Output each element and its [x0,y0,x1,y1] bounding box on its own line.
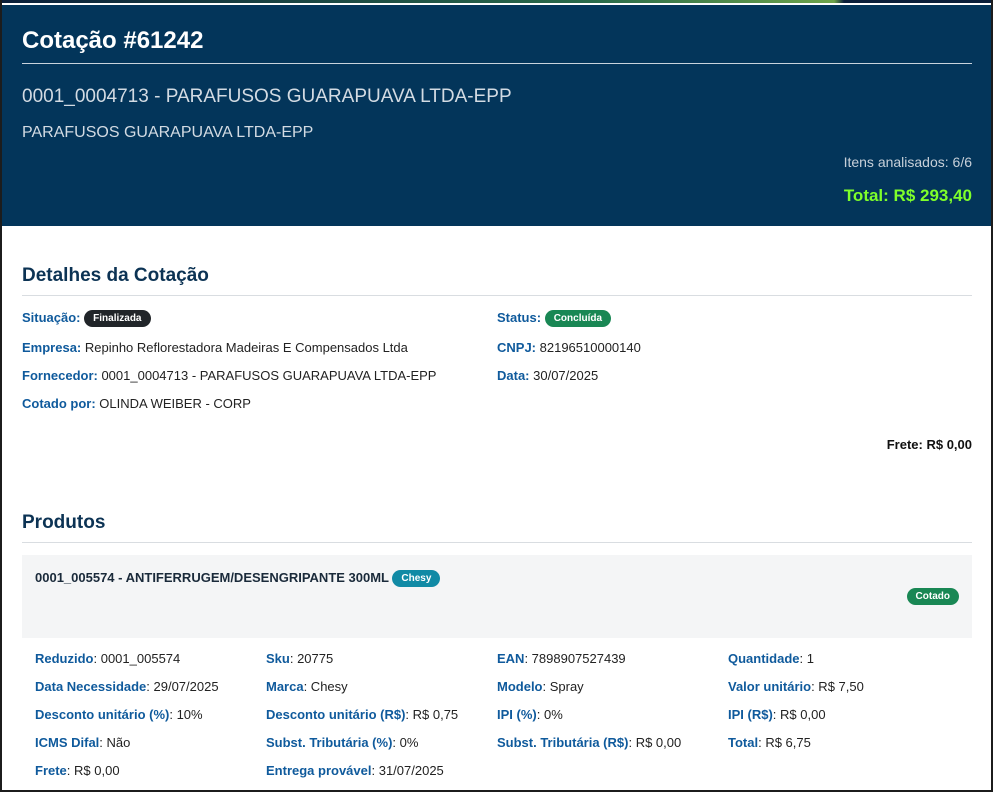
products-heading: Produtos [22,512,106,533]
empresa-row: Empresa: Repinho Reflorestadora Madeiras… [22,340,408,355]
field-marca: Marca: Chesy [266,679,348,694]
field-value: : Spray [542,679,584,694]
situacao-badge: Finalizada [84,310,151,327]
field-value: : 29/07/2025 [146,679,219,694]
field-value: : R$ 0,75 [405,707,459,722]
fornecedor-row: Fornecedor: 0001_0004713 - PARAFUSOS GUA… [22,368,436,383]
fornecedor-value: 0001_0004713 - PARAFUSOS GUARAPUAVA LTDA… [97,368,437,383]
field-frete: Frete: R$ 0,00 [35,763,120,778]
field-total: Total: R$ 6,75 [728,735,811,750]
items-analyzed: Itens analisados: 6/6 [843,154,972,170]
field-label: ICMS Difal [35,735,100,750]
cotado-row: Cotado por: OLINDA WEIBER - CORP [22,396,251,411]
quote-header: Cotação #61242 0001_0004713 - PARAFUSOS … [2,5,991,226]
field-value: : 31/07/2025 [371,763,444,778]
field-value: : R$ 0,00 [628,735,682,750]
product-status-badge: Cotado [906,588,959,605]
status-row: Status: Concluída [497,310,612,327]
field-subst-tributaria: Subst. Tributária (%): 0% [266,735,418,750]
field-label: Frete [35,763,67,778]
field-ipi: IPI (%): 0% [497,707,563,722]
field-entrega-provavel: Entrega provável: 31/07/2025 [266,763,444,778]
field-value: : 10% [169,707,203,722]
field-icms-difal: ICMS Difal: Não [35,735,130,750]
product-card-header: 0001_005574 - ANTIFERRUGEM/DESENGRIPANTE… [22,555,972,638]
status-label: Status: [497,310,542,325]
field-value: : R$ 7,50 [811,679,864,694]
field-label: EAN [497,651,525,666]
field-label: Sku [266,651,290,666]
field-label: Subst. Tributária (R$) [497,735,629,750]
field-value: : 0% [392,735,419,750]
field-ipi-r: IPI (R$): R$ 0,00 [728,707,826,722]
product-title: 0001_005574 - ANTIFERRUGEM/DESENGRIPANTE… [35,570,441,587]
cnpj-value: 82196510000140 [536,340,641,355]
field-data-necessidade: Data Necessidade: 29/07/2025 [35,679,219,694]
field-desconto-unitario-r: Desconto unitário (R$): R$ 0,75 [266,707,458,722]
situacao-label: Situação: [22,310,81,325]
field-value: : R$ 6,75 [758,735,811,750]
fornecedor-label: Fornecedor: [22,368,98,383]
field-desconto-unitario: Desconto unitário (%): 10% [35,707,203,722]
field-label: Desconto unitário (%) [35,707,170,722]
field-label: Quantidade [728,651,800,666]
empresa-value: Repinho Reflorestadora Madeiras E Compen… [81,340,408,355]
field-subst-tributaria-r: Subst. Tributária (R$): R$ 0,00 [497,735,681,750]
status-badge: Concluída [544,310,612,327]
field-label: Marca [266,679,304,694]
cotado-value: OLINDA WEIBER - CORP [95,396,251,411]
quote-total: Total: R$ 293,40 [843,186,972,205]
supplier-code-name: 0001_0004713 - PARAFUSOS GUARAPUAVA LTDA… [22,86,512,107]
details-divider [22,295,972,296]
cnpj-row: CNPJ: 82196510000140 [497,340,641,355]
cnpj-label: CNPJ: [497,340,537,355]
field-label: Entrega provável [266,763,372,778]
field-value: : R$ 0,00 [772,707,826,722]
products-divider [22,542,972,543]
data-row: Data: 30/07/2025 [497,368,598,383]
data-value: 30/07/2025 [529,368,599,383]
field-label: Desconto unitário (R$) [266,707,406,722]
situacao-row: Situação: Finalizada [22,310,151,327]
field-value: : Não [99,735,131,750]
product-status: Cotado [906,587,959,605]
header-divider [22,63,972,64]
field-reduzido: Reduzido: 0001_005574 [35,651,180,666]
field-quantidade: Quantidade: 1 [728,651,814,666]
field-value: : 20775 [289,651,334,666]
field-ean: EAN: 7898907527439 [497,651,626,666]
details-heading: Detalhes da Cotação [22,265,209,286]
field-value: : 7898907527439 [524,651,626,666]
supplier-name: PARAFUSOS GUARAPUAVA LTDA-EPP [22,124,314,141]
field-label: Subst. Tributária (%) [266,735,393,750]
field-label: Valor unitário [728,679,812,694]
field-valor-unitario: Valor unitário: R$ 7,50 [728,679,864,694]
page-title: Cotação #61242 [22,27,204,54]
data-label: Data: [497,368,530,383]
field-label: Reduzido [35,651,94,666]
product-name: 0001_005574 - ANTIFERRUGEM/DESENGRIPANTE… [35,570,389,585]
field-sku: Sku: 20775 [266,651,333,666]
field-value: : 0% [536,707,563,722]
field-label: Total [728,735,759,750]
field-label: IPI (R$) [728,707,773,722]
empresa-label: Empresa: [22,340,82,355]
field-label: Data Necessidade [35,679,147,694]
field-label: Modelo [497,679,543,694]
frete-total: Frete: R$ 0,00 [886,437,972,452]
field-value: : 0001_005574 [93,651,181,666]
field-modelo: Modelo: Spray [497,679,584,694]
field-value: : Chesy [303,679,348,694]
brand-badge: Chesy [392,570,441,587]
field-value: : 1 [799,651,814,666]
field-label: IPI (%) [497,707,537,722]
field-value: : R$ 0,00 [66,763,120,778]
cotado-label: Cotado por: [22,396,96,411]
